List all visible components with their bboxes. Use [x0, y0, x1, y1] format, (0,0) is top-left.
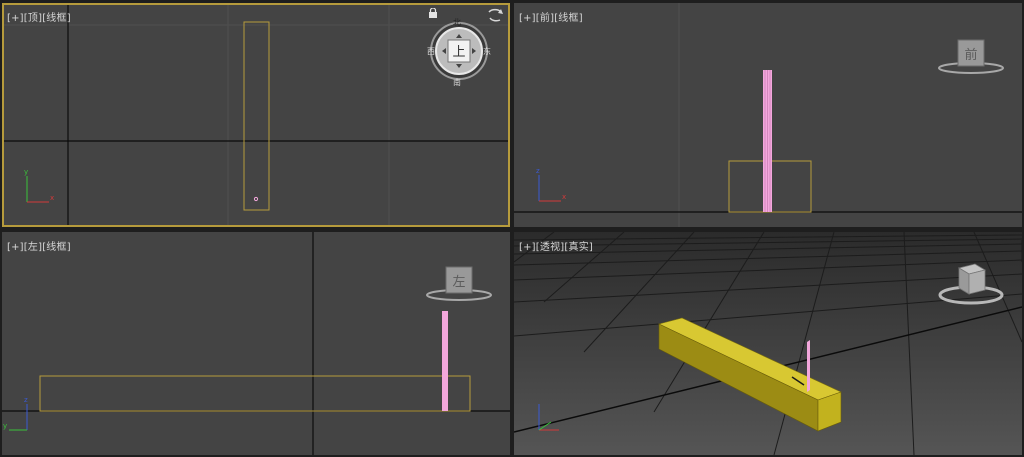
- viewport-menu-plus[interactable]: [+]: [519, 13, 536, 24]
- viewport-view-name[interactable]: [透视]: [536, 242, 565, 253]
- viewport-front[interactable]: z x [+][前][线框] 前: [514, 3, 1022, 227]
- viewport-view-name[interactable]: [顶]: [24, 13, 42, 24]
- compass-east-label[interactable]: 东: [483, 46, 491, 57]
- axis-z-label: z: [536, 167, 540, 175]
- viewport-front-label[interactable]: [+][前][线框]: [519, 9, 583, 24]
- viewcube-face-label[interactable]: 上: [451, 41, 467, 60]
- home-lock-icon[interactable]: [428, 8, 438, 18]
- selected-beam-outline: [39, 375, 471, 412]
- stick-top-view: [253, 196, 259, 202]
- viewcube-face-label[interactable]: 左: [450, 271, 468, 290]
- viewport-menu-plus[interactable]: [+]: [519, 242, 536, 253]
- axis-x-label: x: [50, 194, 54, 202]
- viewport-menu-plus[interactable]: [+]: [7, 13, 24, 24]
- pink-stick: [807, 340, 810, 392]
- viewport-front-canvas: z x: [514, 3, 1022, 227]
- viewport-perspective-label[interactable]: [+][透视][真实]: [519, 238, 593, 253]
- viewport-shading-mode[interactable]: [线框]: [42, 13, 71, 24]
- viewport-top-label[interactable]: [+][顶][线框]: [7, 9, 71, 24]
- viewcube-face-label[interactable]: 前: [962, 44, 980, 63]
- viewport-perspective[interactable]: [+][透视][真实]: [514, 232, 1022, 455]
- axis-z-label: z: [24, 396, 28, 404]
- viewport-top-canvas: y x: [2, 3, 510, 227]
- selected-beam-outline: [243, 21, 270, 211]
- compass-north-label[interactable]: 北: [453, 17, 461, 28]
- viewport-perspective-canvas: [514, 232, 1022, 455]
- orbit-icon[interactable]: [486, 6, 504, 24]
- viewport-left-label[interactable]: [+][左][线框]: [7, 238, 71, 253]
- compass-west-label[interactable]: 西: [427, 46, 435, 57]
- viewport-view-name[interactable]: [左]: [24, 242, 42, 253]
- viewport-shading-mode[interactable]: [真实]: [564, 242, 593, 253]
- axis-tripod: y x: [24, 168, 54, 203]
- axis-x-label: x: [562, 193, 566, 201]
- pink-stick: [442, 311, 448, 411]
- viewport-left[interactable]: z y [+][左][线框] 左: [2, 232, 510, 455]
- viewport-left-canvas: z y: [2, 232, 510, 455]
- viewport-shading-mode[interactable]: [线框]: [554, 13, 583, 24]
- axis-tripod: z x: [536, 167, 566, 202]
- axis-y-label: y: [24, 168, 28, 176]
- axis-tripod: z y: [3, 396, 28, 431]
- viewport-shading-mode[interactable]: [线框]: [42, 242, 71, 253]
- viewport-top[interactable]: y x [+][顶][线框] 上 北 南 东 西: [2, 3, 510, 227]
- viewport-view-name[interactable]: [前]: [536, 13, 554, 24]
- compass-south-label[interactable]: 南: [453, 77, 461, 88]
- viewport-menu-plus[interactable]: [+]: [7, 242, 24, 253]
- axis-y-label: y: [3, 422, 7, 430]
